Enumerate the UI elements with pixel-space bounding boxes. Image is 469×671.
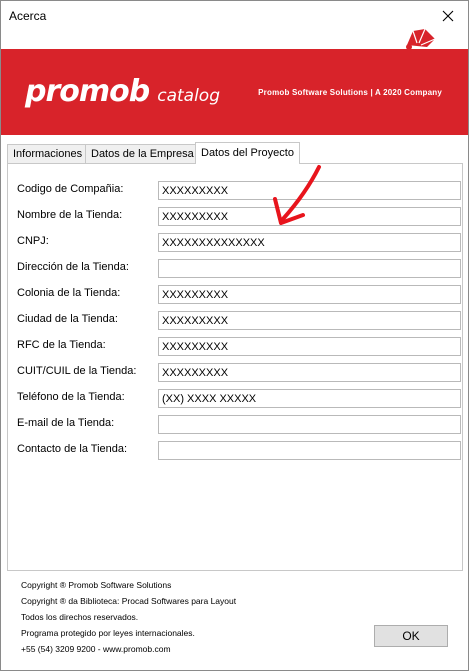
field-row-ciudad: Ciudad de la Tienda: (17, 311, 461, 330)
promob-logo: promob catalog (25, 77, 220, 107)
field-label: Dirección de la Tienda: (17, 261, 129, 273)
field-label: CNPJ: (17, 235, 49, 247)
footer-line: Todos los direchos reservados. (21, 612, 139, 622)
field-label: Contacto de la Tienda: (17, 443, 128, 455)
field-row-rfc: RFC de la Tienda: (17, 337, 461, 356)
email-input[interactable] (158, 415, 461, 434)
tab-panel-datos-proyecto: Codigo de Compañia: Nombre de la Tienda:… (7, 163, 463, 571)
field-row-direccion: Dirección de la Tienda: (17, 259, 461, 278)
contacto-input[interactable] (158, 441, 461, 460)
tab-datos-empresa[interactable]: Datos de la Empresa (85, 144, 200, 164)
telefono-input[interactable] (158, 389, 461, 408)
window-title: Acerca (9, 9, 47, 23)
field-row-codigo-compania: Codigo de Compañia: (17, 181, 461, 200)
banner-company-text: Promob Software Solutions | A 2020 Compa… (258, 88, 442, 97)
nombre-tienda-input[interactable] (158, 207, 461, 226)
field-row-colonia: Colonia de la Tienda: (17, 285, 461, 304)
cnpj-input[interactable] (158, 233, 461, 252)
footer-line: Copyright ® Promob Software Solutions (21, 580, 172, 590)
codigo-compania-input[interactable] (158, 181, 461, 200)
logo-promob-text: promob (25, 74, 150, 109)
field-label: Codigo de Compañia: (17, 183, 124, 195)
field-row-nombre-tienda: Nombre de la Tienda: (17, 207, 461, 226)
logo-catalog-text: catalog (157, 86, 220, 106)
field-row-contacto: Contacto de la Tienda: (17, 441, 461, 460)
tab-datos-proyecto[interactable]: Datos del Proyecto (195, 142, 300, 164)
field-label: Nombre de la Tienda: (17, 209, 123, 221)
field-label: E-mail de la Tienda: (17, 417, 115, 429)
field-label: CUIT/CUIL de la Tienda: (17, 365, 137, 377)
direccion-input[interactable] (158, 259, 461, 278)
copyright-footer: Copyright ® Promob Software Solutions Co… (21, 577, 361, 657)
footer-line: Programa protegido por leyes internacion… (21, 628, 195, 638)
field-label: Ciudad de la Tienda: (17, 313, 118, 325)
field-row-cuit-cuil: CUIT/CUIL de la Tienda: (17, 363, 461, 382)
field-row-telefono: Teléfono de la Tienda: (17, 389, 461, 408)
footer-line: +55 (54) 3209 9200 - www.promob.com (21, 644, 171, 654)
footer-line: Copyright ® da Biblioteca: Procad Softwa… (21, 596, 237, 606)
about-dialog: Acerca promob catalog Promob Software So… (0, 0, 469, 671)
rfc-input[interactable] (158, 337, 461, 356)
field-label: Teléfono de la Tienda: (17, 391, 125, 403)
ciudad-input[interactable] (158, 311, 461, 330)
field-label: RFC de la Tienda: (17, 339, 106, 351)
colonia-input[interactable] (158, 285, 461, 304)
field-row-cnpj: CNPJ: (17, 233, 461, 252)
field-row-email: E-mail de la Tienda: (17, 415, 461, 434)
field-label: Colonia de la Tienda: (17, 287, 121, 299)
tab-informaciones[interactable]: Informaciones (7, 144, 89, 164)
ok-button[interactable]: OK (374, 625, 448, 647)
close-icon (442, 10, 454, 22)
cuit-cuil-input[interactable] (158, 363, 461, 382)
